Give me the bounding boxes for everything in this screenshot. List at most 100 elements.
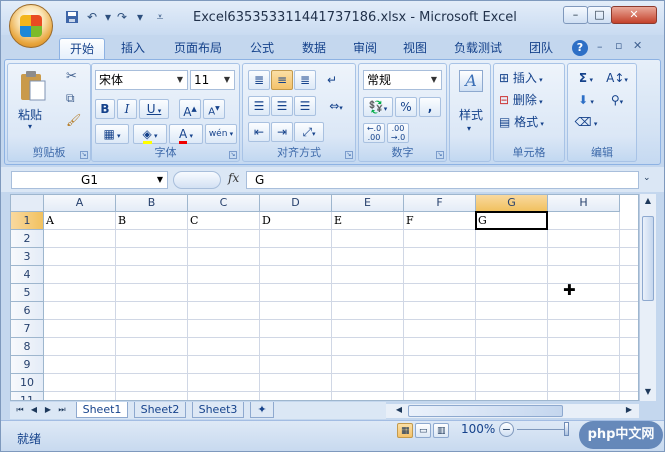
styles-button[interactable]: A 样式 ▾ [453,68,487,142]
insert-function-button[interactable]: fx [228,171,239,185]
align-top-button[interactable]: ≣ [248,70,270,90]
tab-load-test[interactable]: 负载测试 [447,38,509,60]
column-header[interactable]: G [476,195,548,212]
row-header[interactable]: 1 [11,212,44,230]
underline-button[interactable]: U ▾ [139,99,169,119]
expand-formula-bar-icon[interactable]: ⌄ [643,173,651,183]
align-center-button[interactable]: ☰ [271,96,293,116]
select-all-button[interactable] [11,195,44,212]
redo-icon[interactable]: ↷ [113,10,131,26]
increase-indent-button[interactable]: ⇥ [271,122,293,142]
phonetic-button[interactable]: wén ▾ [205,124,237,144]
next-sheet-icon[interactable]: ▶ [42,404,54,416]
fill-button[interactable]: ⬇ ▾ [572,90,600,110]
bold-button[interactable]: B [95,99,115,119]
zoom-level[interactable]: 100% [461,422,495,436]
zoom-slider-thumb[interactable] [564,422,569,436]
cell[interactable]: C [188,212,260,229]
tab-data[interactable]: 数据 [294,38,334,60]
sheet-tab-sheet1[interactable]: Sheet1 [76,402,128,418]
find-select-button[interactable]: ⚲▾ [602,90,632,110]
scroll-left-icon[interactable]: ◀ [393,405,405,417]
format-painter-icon[interactable]: 🖌 [66,113,81,127]
zoom-out-button[interactable]: − [499,422,514,437]
scroll-right-icon[interactable]: ▶ [623,405,635,417]
column-header[interactable]: E [332,195,404,212]
first-sheet-icon[interactable]: ⏮ [14,404,26,416]
vertical-scrollbar[interactable]: ▲ ▼ [639,194,656,401]
format-cells-button[interactable]: ▤ 格式 ▾ [498,112,562,132]
insert-sheet-button[interactable]: ✦ [250,402,274,418]
shrink-font-button[interactable]: A▼ [203,99,225,119]
office-button[interactable] [9,4,53,48]
align-right-button[interactable]: ☰ [294,96,316,116]
cell[interactable]: A [44,212,116,229]
active-cell[interactable] [475,211,548,230]
fill-color-button[interactable]: ◈ ▾ [133,124,167,144]
delete-cells-button[interactable]: ⊟ 删除 ▾ [498,90,562,110]
last-sheet-icon[interactable]: ⏭ [56,404,68,416]
alignment-launcher-icon[interactable]: ↘ [345,151,353,159]
row-header[interactable]: 3 [11,248,44,266]
merge-center-button[interactable]: ⇔▾ [321,96,351,116]
horizontal-scroll-thumb[interactable] [408,405,563,417]
align-middle-button[interactable]: ≡ [271,70,293,90]
borders-button[interactable]: ▦ ▾ [95,124,129,144]
tab-view[interactable]: 视图 [395,38,435,60]
vertical-scroll-thumb[interactable] [642,216,654,301]
tab-home[interactable]: 开始 [59,38,105,60]
row-header[interactable]: 6 [11,302,44,320]
page-break-view-button[interactable]: ▥ [433,423,449,438]
sort-filter-button[interactable]: A↕▾ [602,68,632,88]
row-header[interactable]: 10 [11,374,44,392]
row-header[interactable]: 8 [11,338,44,356]
percent-button[interactable]: % [395,97,417,117]
cell[interactable]: E [332,212,404,229]
grow-font-button[interactable]: A▲ [179,99,201,119]
column-header[interactable]: H [548,195,620,212]
worksheet-grid[interactable]: ABCDEFGH 1 2 3 4 5 6 7 8 9 10 11 ABCDEFG ✚ [10,194,639,401]
paste-button[interactable]: 粘贴 ▾ [12,68,52,136]
name-box[interactable]: G1 ▼ [11,171,168,189]
tab-page-layout[interactable]: 页面布局 [167,38,229,60]
horizontal-scrollbar[interactable]: ◀ ▶ [386,404,639,418]
align-left-button[interactable]: ☰ [248,96,270,116]
accounting-format-button[interactable]: 💱▾ [363,97,393,117]
row-header[interactable]: 9 [11,356,44,374]
cut-icon[interactable]: ✂ [66,69,77,84]
sheet-tab-sheet2[interactable]: Sheet2 [134,402,186,418]
zoom-slider-track[interactable] [517,429,567,430]
clear-button[interactable]: ⌫ ▾ [572,112,600,132]
column-header[interactable]: C [188,195,260,212]
row-header[interactable]: 5 [11,284,44,302]
tab-review[interactable]: 审阅 [345,38,385,60]
normal-view-button[interactable]: ▦ [397,423,413,438]
orientation-button[interactable]: ⤢▾ [294,122,324,142]
name-box-dropdown-icon[interactable]: ▼ [157,172,163,188]
column-header[interactable]: F [404,195,476,212]
tab-formulas[interactable]: 公式 [242,38,282,60]
font-size-combo[interactable]: 11 ▼ [190,70,235,90]
scroll-down-icon[interactable]: ▼ [642,387,654,399]
ribbon-minimize-icon[interactable]: – [597,40,603,53]
column-header[interactable]: A [44,195,116,212]
sheet-tab-sheet3[interactable]: Sheet3 [192,402,244,418]
autosum-button[interactable]: Σ ▾ [572,68,600,88]
decrease-indent-button[interactable]: ⇤ [248,122,270,142]
cell[interactable] [548,212,620,229]
help-icon[interactable]: ? [572,40,588,56]
increase-decimal-button[interactable]: ←.0.00 [363,123,385,143]
row-header[interactable]: 7 [11,320,44,338]
page-layout-view-button[interactable]: ▭ [415,423,431,438]
font-name-combo[interactable]: 宋体 ▼ [95,70,188,90]
cell[interactable]: B [116,212,188,229]
font-color-button[interactable]: A ▾ [169,124,203,144]
prev-sheet-icon[interactable]: ◀ [28,404,40,416]
column-header[interactable]: D [260,195,332,212]
number-launcher-icon[interactable]: ↘ [436,151,444,159]
column-header[interactable]: B [116,195,188,212]
row-header[interactable]: 2 [11,230,44,248]
decrease-decimal-button[interactable]: .00 →.0 [387,123,409,143]
wrap-text-button[interactable]: ↵ [321,70,343,90]
restore-button[interactable]: □ [587,6,612,24]
